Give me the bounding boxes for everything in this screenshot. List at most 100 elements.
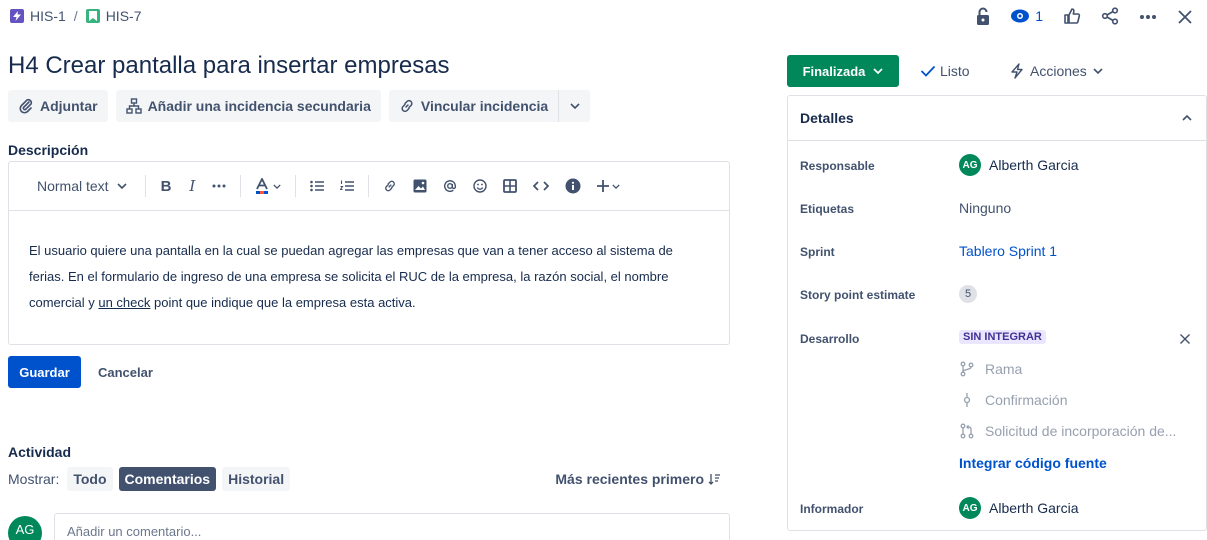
description-label: Descripción — [8, 142, 89, 158]
details-header[interactable]: Detalles — [788, 96, 1206, 141]
toolbar-divider — [295, 175, 297, 197]
dev-branch-label: Rama — [985, 361, 1023, 377]
breadcrumb: HIS-1 / HIS-7 — [10, 6, 141, 26]
filter-history[interactable]: Historial — [222, 467, 291, 491]
attach-label: Adjuntar — [40, 98, 98, 114]
development-status: SIN INTEGRAR — [959, 330, 1046, 344]
dev-branch-item[interactable]: Rama — [959, 361, 1022, 377]
code-icon[interactable] — [525, 170, 557, 202]
chevron-down-icon — [570, 103, 580, 109]
mention-icon[interactable] — [435, 170, 465, 202]
text-style-label: Normal text — [37, 178, 109, 194]
description-editor[interactable]: Normal text B I El usuario quiere una pa… — [8, 161, 730, 345]
issue-top-actions: 1 — [976, 4, 1193, 28]
commit-icon — [963, 393, 971, 407]
italic-icon[interactable]: I — [180, 170, 204, 202]
dismiss-development-icon[interactable] — [1179, 333, 1191, 345]
activity-filter-bar: Mostrar: Todo Comentarios Historial — [8, 467, 291, 491]
link-issue-button[interactable]: Vincular incidencia — [388, 90, 559, 122]
attach-button[interactable]: Adjuntar — [8, 90, 108, 122]
link-issue-split-button: Vincular incidencia — [388, 90, 591, 122]
bold-icon[interactable]: B — [152, 170, 181, 202]
insert-more-icon[interactable] — [589, 170, 628, 202]
resolution-label: Listo — [940, 63, 970, 79]
eye-icon — [1011, 9, 1030, 23]
more-icon[interactable] — [1139, 8, 1157, 24]
issue-title[interactable]: H4 Crear pantalla para insertar empresas — [8, 52, 450, 80]
link-icon — [401, 99, 413, 113]
assignee-avatar: AG — [959, 154, 981, 176]
save-button[interactable]: Guardar — [8, 356, 81, 388]
issue-toolbar: Adjuntar Añadir una incidencia secundari… — [8, 90, 591, 122]
status-dropdown[interactable]: Finalizada — [787, 55, 899, 87]
activity-title: Actividad — [8, 444, 72, 460]
link-issue-dropdown[interactable] — [558, 90, 591, 122]
status-label: Finalizada — [802, 63, 866, 79]
image-icon[interactable] — [405, 170, 435, 202]
actions-dropdown[interactable]: Acciones — [1000, 55, 1113, 87]
more-formatting-icon[interactable] — [204, 170, 234, 202]
editor-toolbar: Normal text B I — [9, 162, 729, 211]
integrate-source-field: Integrar código fuente — [959, 455, 1107, 471]
branch-icon — [960, 361, 974, 377]
link-issue-label: Vincular incidencia — [420, 98, 549, 114]
comment-input[interactable]: Añadir un comentario... — [54, 513, 730, 540]
chevron-down-icon — [117, 183, 127, 189]
details-title: Detalles — [800, 110, 854, 126]
breadcrumb-parent-link[interactable]: HIS-1 — [30, 8, 66, 24]
breadcrumb-current-link[interactable]: HIS-7 — [106, 8, 142, 24]
resolution-indicator: Listo — [920, 55, 970, 87]
watch-button[interactable]: 1 — [1010, 8, 1043, 24]
current-user-avatar: AG — [8, 516, 42, 540]
link-icon[interactable] — [375, 170, 405, 202]
dev-commit-item[interactable]: Confirmación — [959, 392, 1067, 408]
description-text[interactable]: El usuario quiere una pantalla en la cua… — [9, 211, 709, 316]
pull-request-icon — [960, 423, 974, 439]
assignee-field[interactable]: AG Alberth Garcia — [959, 154, 1078, 176]
breadcrumb-separator: / — [73, 8, 78, 24]
description-text-end: point que indique que la empresa esta ac… — [150, 295, 416, 310]
text-style-dropdown[interactable]: Normal text — [29, 170, 135, 202]
actions-label: Acciones — [1030, 63, 1087, 79]
toolbar-divider — [240, 175, 242, 197]
reporter-avatar: AG — [959, 497, 981, 519]
story-points-badge: 5 — [959, 285, 977, 303]
reporter-field[interactable]: AG Alberth Garcia — [959, 497, 1078, 519]
labels-label: Etiquetas — [800, 202, 855, 216]
reporter-name: Alberth Garcia — [989, 500, 1079, 516]
thumbs-up-icon[interactable] — [1063, 7, 1081, 25]
description-underlined-text: un check — [98, 295, 151, 310]
sprint-link[interactable]: Tablero Sprint 1 — [959, 243, 1057, 259]
check-icon — [920, 65, 936, 77]
sort-order-label: Más recientes primero — [555, 471, 704, 487]
add-child-issue-label: Añadir una incidencia secundaria — [147, 98, 371, 114]
share-icon[interactable] — [1101, 7, 1119, 25]
lock-icon[interactable] — [976, 7, 990, 26]
toolbar-divider — [144, 175, 146, 197]
close-icon[interactable] — [1177, 7, 1193, 24]
emoji-icon[interactable] — [465, 170, 495, 202]
cancel-button[interactable]: Cancelar — [88, 356, 163, 388]
filter-all[interactable]: Todo — [67, 467, 113, 491]
text-color-icon[interactable] — [247, 170, 289, 202]
reporter-label: Informador — [800, 502, 864, 516]
story-points-field[interactable]: 5 — [959, 285, 977, 303]
chevron-down-icon — [1093, 68, 1103, 74]
filter-comments[interactable]: Comentarios — [118, 467, 217, 491]
bullet-list-icon[interactable] — [302, 170, 332, 202]
sort-order-button[interactable]: Más recientes primero — [555, 467, 720, 491]
lightning-icon — [1011, 63, 1023, 79]
labels-value: Ninguno — [959, 200, 1012, 216]
info-panel-icon[interactable] — [557, 170, 589, 202]
add-child-issue-button[interactable]: Añadir una incidencia secundaria — [115, 90, 381, 122]
sprint-field[interactable]: Tablero Sprint 1 — [959, 243, 1057, 259]
table-icon[interactable] — [495, 170, 525, 202]
dev-pull-request-item[interactable]: Solicitud de incorporación de... — [959, 423, 1176, 439]
integrate-source-link[interactable]: Integrar código fuente — [959, 455, 1107, 471]
sort-descending-icon — [708, 474, 720, 485]
assignee-name: Alberth Garcia — [989, 157, 1079, 173]
labels-field[interactable]: Ninguno — [959, 200, 1011, 216]
watch-count: 1 — [1035, 8, 1043, 24]
numbered-list-icon[interactable] — [332, 170, 362, 202]
chevron-up-icon — [1182, 115, 1192, 121]
